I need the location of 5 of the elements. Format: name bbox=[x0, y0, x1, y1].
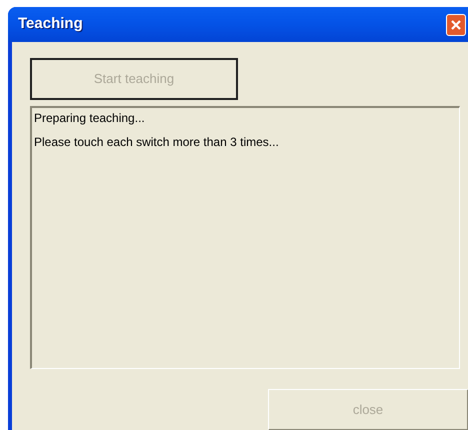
close-icon bbox=[450, 18, 462, 30]
log-line: Preparing teaching... bbox=[34, 110, 146, 126]
window-title: Teaching bbox=[18, 14, 83, 34]
log-line: Please touch each switch more than 3 times... bbox=[34, 134, 280, 150]
close-window-button[interactable] bbox=[446, 14, 466, 36]
